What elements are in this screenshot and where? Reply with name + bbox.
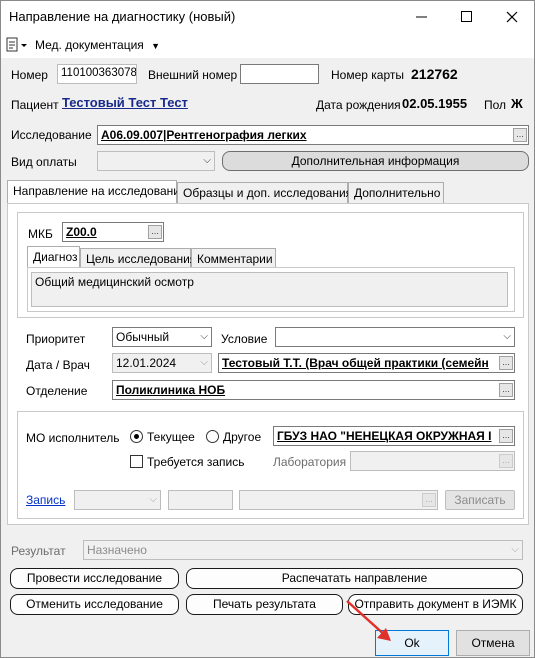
perform-study-button[interactable]: Провести исследование: [10, 568, 179, 589]
birth-date-value: 02.05.1955: [402, 96, 468, 111]
menu-bar: Мед. документация ▼: [1, 32, 534, 58]
mkb-label: МКБ: [28, 227, 53, 241]
tab-samples[interactable]: Образцы и доп. исследования: [177, 182, 352, 203]
med-docs-menu-label: Мед. документация: [35, 38, 144, 52]
lab-select-icon: ...: [499, 454, 513, 468]
chevron-down-icon: ⌵: [203, 155, 211, 166]
mo-value: ГБУЗ НАО "НЕНЕЦКАЯ ОКРУЖНАЯ I: [277, 429, 492, 443]
minimize-button[interactable]: [399, 1, 444, 32]
external-number-label: Внешний номер: [148, 68, 238, 82]
requires-booking-label: Требуется запись: [147, 455, 245, 469]
tab-additional[interactable]: Дополнительно: [348, 182, 444, 203]
card-number-value: 212762: [411, 66, 458, 82]
sex-label: Пол: [484, 98, 507, 112]
department-select-icon[interactable]: ...: [499, 383, 513, 397]
booking-date-select: ⌵: [74, 490, 161, 510]
condition-label: Условие: [221, 332, 268, 346]
external-number-field[interactable]: [240, 64, 319, 84]
patient-name-link[interactable]: Тестовый Тест Тест: [62, 95, 188, 110]
result-select: Назначено ⌵: [83, 540, 523, 560]
doctor-field[interactable]: Тестовый Т.Т. (Врач общей практики (семе…: [218, 353, 515, 373]
number-label: Номер: [11, 68, 48, 82]
mkb-tabs: Диагноз Цель исследования Комментарии: [27, 246, 515, 269]
study-field[interactable]: A06.09.007|Рентгенография легких: [97, 125, 529, 145]
date-doctor-label: Дата / Врач: [26, 358, 90, 372]
lab-field: [350, 451, 515, 471]
calendar-dropdown-icon: ⌵: [200, 357, 208, 368]
document-menu-button[interactable]: [6, 37, 28, 53]
mo-field[interactable]: ГБУЗ НАО "НЕНЕЦКАЯ ОКРУЖНАЯ I: [273, 426, 515, 446]
tab-referral[interactable]: Направление на исследование: [7, 180, 187, 203]
radio-other[interactable]: [206, 430, 219, 443]
sex-value: Ж: [511, 96, 523, 111]
dialog-window: Направление на диагностику (новый) Мед. …: [0, 0, 535, 658]
priority-value: Обычный: [116, 330, 170, 344]
cancel-button[interactable]: Отмена: [456, 630, 530, 656]
booking-resource-field: [239, 490, 438, 510]
chevron-down-icon: ⌵: [200, 331, 208, 342]
med-docs-menu[interactable]: Мед. документация ▼: [35, 38, 160, 52]
payment-label: Вид оплаты: [11, 155, 77, 169]
priority-label: Приоритет: [26, 332, 86, 346]
print-result-button[interactable]: Печать результата: [186, 594, 343, 615]
window-title: Направление на диагностику (новый): [9, 9, 236, 24]
maximize-icon: [461, 11, 472, 22]
result-value: Назначено: [87, 543, 147, 557]
department-value: Поликлиника НОБ: [116, 383, 226, 397]
date-value: 12.01.2024: [116, 356, 177, 370]
department-field[interactable]: Поликлиника НОБ: [112, 380, 515, 400]
close-icon: [506, 11, 517, 22]
tab-diagnosis[interactable]: Диагноз: [27, 246, 80, 269]
tab-study-goal[interactable]: Цель исследования: [80, 248, 196, 269]
additional-info-button[interactable]: Дополнительная информация: [222, 151, 529, 171]
chevron-down-icon: ⌵: [149, 494, 157, 505]
record-button: Записать: [445, 490, 515, 510]
annotation-arrow-icon: [346, 600, 391, 641]
study-label: Исследование: [11, 128, 92, 142]
patient-label: Пациент: [11, 98, 59, 112]
title-bar: Направление на диагностику (новый): [1, 1, 534, 32]
birth-date-label: Дата рождения: [316, 98, 401, 112]
study-select-icon[interactable]: ...: [513, 128, 527, 142]
close-button[interactable]: [489, 1, 534, 32]
minimize-icon: [416, 16, 427, 17]
chevron-down-icon: ⌵: [503, 331, 511, 342]
doctor-value: Тестовый Т.Т. (Врач общей практики (семе…: [222, 356, 489, 370]
booking-link[interactable]: Запись: [26, 493, 65, 507]
mo-select-icon[interactable]: ...: [499, 429, 513, 443]
number-field: 110100363078: [57, 64, 137, 84]
cancel-study-button[interactable]: Отменить исследование: [10, 594, 179, 615]
radio-current[interactable]: [130, 430, 143, 443]
maximize-button[interactable]: [444, 1, 489, 32]
booking-time-field: [168, 490, 233, 510]
result-label: Результат: [11, 544, 66, 558]
payment-select[interactable]: ⌵: [97, 151, 215, 171]
mo-label: МО исполнитель: [26, 431, 120, 445]
tab-comments[interactable]: Комментарии: [191, 248, 276, 269]
chevron-down-icon: ▼: [151, 41, 161, 51]
diagnosis-text: Общий медицинский осмотр: [31, 272, 508, 307]
requires-booking-checkbox[interactable]: [130, 455, 143, 468]
main-tabs: Направление на исследование Образцы и до…: [7, 180, 529, 203]
lab-label: Лаборатория: [273, 455, 347, 469]
condition-select[interactable]: ⌵: [275, 327, 515, 347]
radio-other-label: Другое: [223, 430, 262, 444]
document-icon: [6, 37, 27, 52]
date-field[interactable]: 12.01.2024 ⌵: [112, 353, 212, 373]
mkb-value: Z00.0: [66, 225, 97, 239]
card-number-label: Номер карты: [331, 68, 404, 82]
mkb-select-icon[interactable]: ...: [148, 225, 162, 239]
radio-current-label: Текущее: [147, 430, 195, 444]
priority-select[interactable]: Обычный ⌵: [112, 327, 212, 347]
doctor-select-icon[interactable]: ...: [499, 356, 513, 370]
booking-select-icon: ...: [422, 493, 436, 507]
department-label: Отделение: [26, 384, 88, 398]
print-referral-button[interactable]: Распечатать направление: [186, 568, 523, 589]
study-value: A06.09.007|Рентгенография легких: [101, 128, 307, 142]
chevron-down-icon: ⌵: [511, 544, 519, 555]
